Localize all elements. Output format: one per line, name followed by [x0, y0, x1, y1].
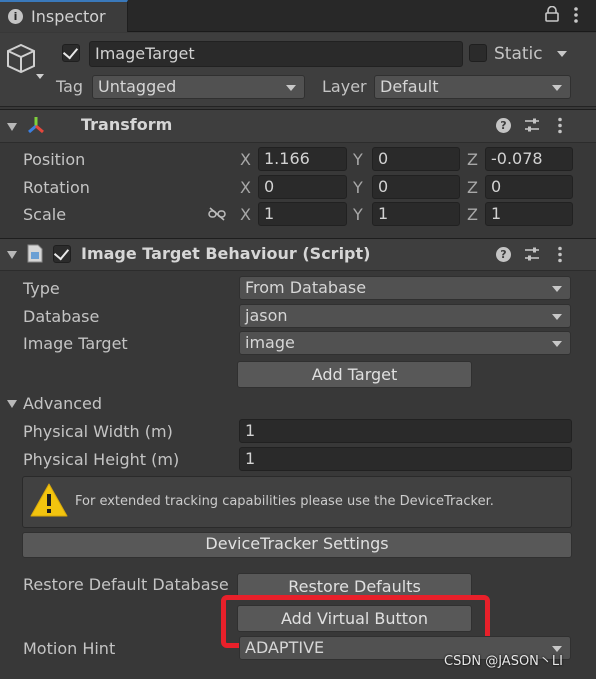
static-label: Static	[494, 44, 543, 64]
help-icon[interactable]: ?	[496, 247, 511, 262]
info-icon: i	[8, 9, 23, 24]
physical-height-label: Physical Height (m)	[23, 450, 180, 469]
watermark: CSDN @JASON丶LI	[444, 654, 563, 669]
rotation-z-axis-label: Z	[467, 178, 478, 197]
chevron-down-icon	[552, 341, 562, 347]
object-name-input[interactable]: ImageTarget	[89, 41, 463, 67]
rotation-z-input[interactable]: 0	[485, 175, 573, 199]
itb-enabled-checkbox[interactable]	[53, 244, 71, 263]
scale-x-input[interactable]: 1	[258, 202, 347, 226]
warning-icon	[30, 482, 68, 518]
physical-width-label: Physical Width (m)	[23, 422, 173, 441]
database-dropdown[interactable]: jason	[239, 304, 571, 328]
position-x-input[interactable]: 1.166	[258, 147, 347, 171]
tag-dropdown[interactable]: Untagged	[92, 75, 305, 99]
chevron-down-icon	[552, 85, 562, 91]
database-label: Database	[23, 307, 100, 326]
object-active-checkbox[interactable]	[62, 43, 80, 62]
transform-foldout-icon[interactable]	[7, 123, 17, 131]
presets-icon[interactable]	[524, 246, 540, 262]
check-icon	[53, 244, 70, 261]
scale-z-axis-label: Z	[467, 205, 478, 224]
scale-y-axis-label: Y	[353, 205, 363, 224]
rotation-y-axis-label: Y	[353, 178, 363, 197]
chevron-down-icon	[552, 314, 562, 320]
itb-foldout-icon[interactable]	[7, 251, 17, 259]
type-label: Type	[23, 279, 60, 298]
physical-width-input[interactable]: 1	[239, 419, 572, 443]
scale-x-axis-label: X	[240, 205, 251, 224]
devicetracker-settings-button[interactable]: DeviceTracker Settings	[22, 532, 572, 558]
image-target-dropdown[interactable]: image	[239, 331, 571, 355]
position-z-axis-label: Z	[467, 150, 478, 169]
motion-hint-label: Motion Hint	[23, 639, 116, 658]
motion-hint-value: ADAPTIVE	[245, 638, 325, 657]
layer-label: Layer	[322, 77, 367, 96]
transform-title: Transform	[81, 115, 173, 134]
warning-text: For extended tracking capabilities pleas…	[75, 494, 494, 509]
itb-title: Image Target Behaviour (Script)	[81, 244, 371, 263]
scale-label: Scale	[23, 205, 67, 224]
scale-z-input[interactable]: 1	[485, 202, 573, 226]
position-y-axis-label: Y	[353, 150, 363, 169]
tab-inspector[interactable]: i Inspector	[0, 0, 128, 32]
position-x-axis-label: X	[240, 150, 251, 169]
static-checkbox[interactable]	[469, 44, 487, 62]
restore-default-database-label: Restore Default Database	[23, 575, 229, 594]
presets-icon[interactable]	[524, 117, 540, 133]
chevron-down-icon	[286, 85, 296, 91]
advanced-foldout-icon[interactable]	[7, 400, 17, 408]
type-dropdown[interactable]: From Database	[239, 276, 571, 300]
add-target-button[interactable]: Add Target	[237, 361, 472, 388]
layer-value: Default	[380, 77, 439, 96]
position-z-input[interactable]: -0.078	[485, 147, 573, 171]
more-options-icon[interactable]	[557, 246, 563, 264]
tag-label: Tag	[56, 77, 84, 96]
advanced-label[interactable]: Advanced	[23, 396, 102, 412]
tag-value: Untagged	[98, 77, 177, 96]
chevron-down-icon	[552, 646, 562, 652]
database-value: jason	[245, 306, 288, 325]
type-value: From Database	[245, 278, 367, 297]
layer-dropdown[interactable]: Default	[374, 75, 571, 99]
rotation-label: Rotation	[23, 178, 90, 197]
position-label: Position	[23, 150, 86, 169]
script-icon	[27, 244, 43, 263]
tab-label: Inspector	[31, 7, 106, 26]
image-target-value: image	[245, 333, 295, 352]
transform-icon	[26, 115, 46, 135]
lock-icon[interactable]	[545, 5, 559, 22]
scale-y-input[interactable]: 1	[372, 202, 460, 226]
constrain-proportions-icon[interactable]	[208, 206, 226, 221]
rotation-x-input[interactable]: 0	[258, 175, 347, 199]
rotation-y-input[interactable]: 0	[372, 175, 460, 199]
tab-bar: i Inspector	[0, 0, 596, 32]
position-y-input[interactable]: 0	[372, 147, 460, 171]
image-target-label: Image Target	[23, 334, 128, 353]
help-icon[interactable]: ?	[496, 118, 511, 133]
more-options-icon[interactable]	[557, 117, 563, 135]
physical-height-input[interactable]: 1	[239, 447, 572, 471]
chevron-down-icon	[552, 286, 562, 292]
static-dropdown-arrow-icon[interactable]	[557, 51, 567, 57]
gameobject-cube-icon[interactable]	[6, 42, 46, 82]
rotation-x-axis-label: X	[240, 178, 251, 197]
more-options-icon[interactable]	[573, 6, 579, 24]
check-icon	[62, 43, 79, 60]
